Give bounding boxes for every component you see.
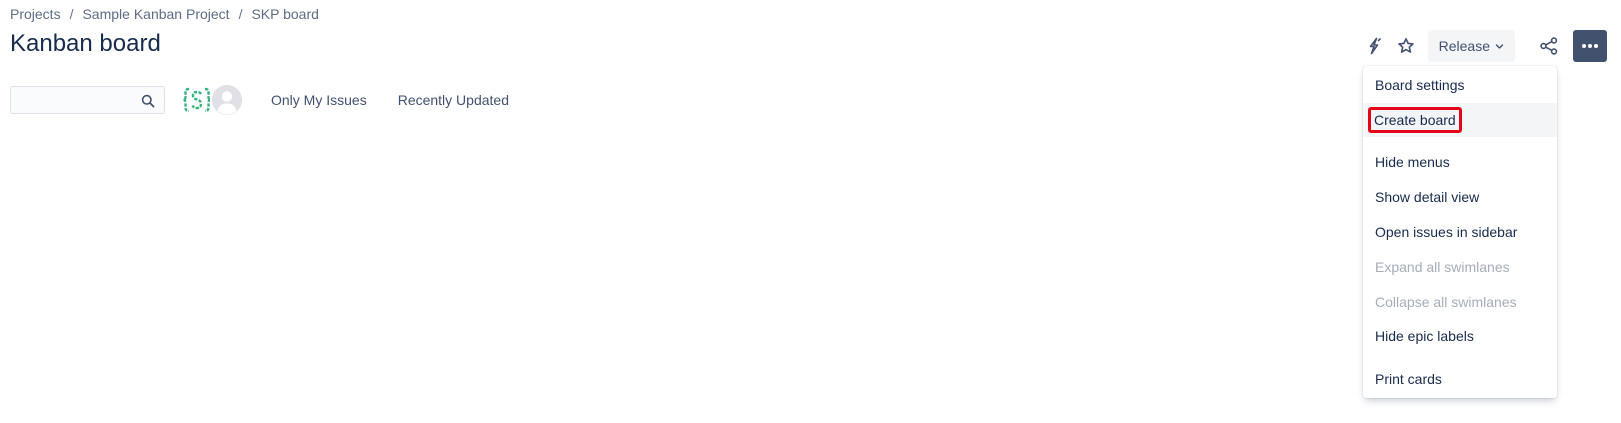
search-box	[10, 85, 165, 114]
breadcrumb-separator: /	[69, 6, 74, 22]
breadcrumb: Projects / Sample Kanban Project / SKP b…	[10, 6, 319, 22]
board-toolbar: Release	[1358, 30, 1607, 62]
user-icon	[212, 84, 242, 115]
menu-item-hide-epic-labels[interactable]: Hide epic labels	[1363, 319, 1557, 353]
menu-item-label: Print cards	[1375, 371, 1442, 387]
menu-item-create-board[interactable]: Create board	[1363, 103, 1557, 137]
star-icon	[1397, 38, 1414, 53]
share-icon	[1540, 37, 1558, 55]
menu-item-board-settings[interactable]: Board settings	[1363, 68, 1557, 102]
menu-item-expand-all-swimlanes: Expand all swimlanes	[1363, 250, 1557, 284]
menu-item-show-detail-view[interactable]: Show detail view	[1363, 180, 1557, 214]
menu-item-label: Open issues in sidebar	[1375, 224, 1518, 240]
chevron-down-icon	[1495, 42, 1504, 51]
star-button[interactable]	[1390, 30, 1422, 62]
automation-button[interactable]	[1358, 30, 1390, 62]
menu-item-label: Board settings	[1375, 77, 1465, 93]
menu-item-label: Hide menus	[1375, 154, 1450, 170]
filter-bar: Only My Issues Recently Updated	[10, 82, 509, 117]
release-label: Release	[1438, 38, 1490, 54]
menu-item-collapse-all-swimlanes: Collapse all swimlanes	[1363, 285, 1557, 319]
menu-item-label: Expand all swimlanes	[1375, 259, 1510, 275]
code-braces-icon	[183, 87, 211, 112]
share-button[interactable]	[1533, 30, 1565, 62]
menu-item-print-cards[interactable]: Print cards	[1363, 362, 1557, 396]
quick-filter-recently-updated[interactable]: Recently Updated	[398, 92, 509, 108]
menu-item-label: Create board	[1368, 107, 1462, 133]
code-avatar[interactable]	[182, 84, 212, 115]
menu-item-label: Hide epic labels	[1375, 328, 1474, 344]
more-actions-button[interactable]	[1573, 30, 1607, 62]
more-icon	[1582, 44, 1598, 48]
search-input[interactable]	[11, 87, 143, 112]
more-actions-menu: Board settings Create board Hide menus S…	[1363, 66, 1557, 398]
search-icon[interactable]	[141, 94, 155, 108]
quick-filter-only-my-issues[interactable]: Only My Issues	[271, 92, 367, 108]
breadcrumb-projects[interactable]: Projects	[10, 6, 61, 22]
breadcrumb-project[interactable]: Sample Kanban Project	[82, 6, 229, 22]
menu-item-label: Show detail view	[1375, 189, 1480, 205]
breadcrumb-board[interactable]: SKP board	[251, 6, 318, 22]
user-avatar[interactable]	[210, 82, 244, 117]
page-title: Kanban board	[10, 30, 161, 57]
release-button[interactable]: Release	[1427, 30, 1515, 62]
menu-item-hide-menus[interactable]: Hide menus	[1363, 145, 1557, 179]
menu-item-label: Collapse all swimlanes	[1375, 294, 1517, 310]
breadcrumb-separator: /	[238, 6, 243, 22]
menu-item-open-issues-in-sidebar[interactable]: Open issues in sidebar	[1363, 215, 1557, 249]
lightning-icon	[1369, 37, 1381, 55]
assignee-filter	[182, 82, 244, 117]
